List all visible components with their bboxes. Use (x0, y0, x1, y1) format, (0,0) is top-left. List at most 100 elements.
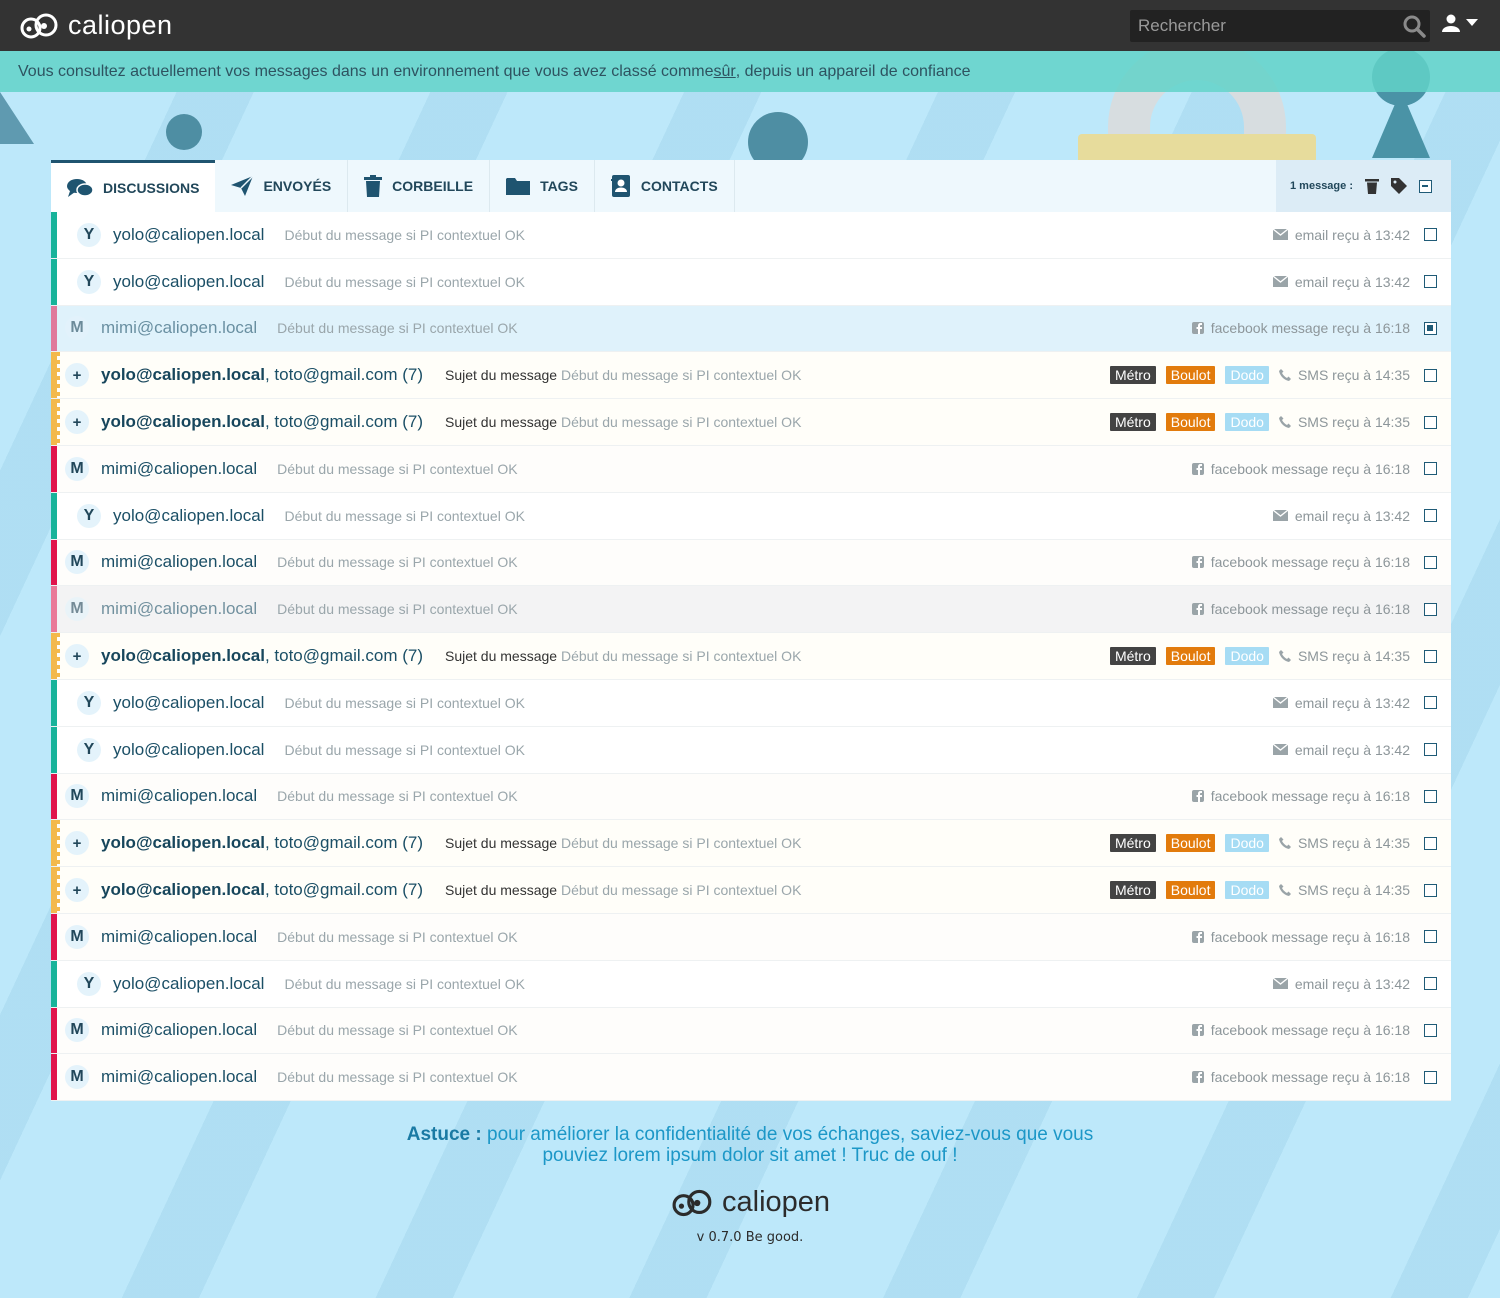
select-all-checkbox[interactable] (1418, 179, 1432, 193)
select-checkbox[interactable] (1424, 1070, 1437, 1084)
tag-boulot[interactable]: Boulot (1165, 881, 1216, 900)
message-row[interactable]: Mmimi@caliopen.local Début du message si … (51, 305, 1451, 353)
subject-text: Sujet du message (444, 648, 558, 665)
select-checkbox[interactable] (1424, 977, 1437, 991)
select-checkbox[interactable] (1424, 649, 1437, 663)
message-snippet: Début du message si PI contextuel OK (284, 694, 525, 711)
tag-icon[interactable] (1390, 178, 1407, 194)
message-row[interactable]: Yyolo@caliopen.local Début du message si … (51, 492, 1451, 540)
tag-metro[interactable]: Métro (1109, 413, 1156, 432)
select-checkbox[interactable] (1424, 743, 1437, 757)
subject-text: Sujet du message (444, 367, 558, 384)
message-row[interactable]: + yolo@caliopen.local, toto@gmail.com (7)… (51, 820, 1451, 868)
app-logo[interactable]: caliopen (20, 10, 173, 41)
message-meta: Métro Boulot Dodo SMS reçu à 14:35 (1109, 867, 1437, 913)
message-meta: email reçu à 13:42 (1272, 727, 1437, 773)
message-row[interactable]: Mmimi@caliopen.local Début du message si … (51, 773, 1451, 821)
message-snippet: Début du message si PI contextuel OK (560, 648, 802, 665)
message-row[interactable]: Yyolo@caliopen.local Début du message si … (51, 212, 1451, 259)
message-row[interactable]: Yyolo@caliopen.local Début du message si … (51, 679, 1451, 727)
select-checkbox[interactable] (1424, 321, 1437, 335)
avatar: M (65, 316, 89, 341)
select-checkbox[interactable] (1424, 1023, 1437, 1037)
tag-dodo[interactable]: Dodo (1225, 413, 1269, 432)
tab-tags[interactable]: TAGS (490, 160, 595, 212)
tip-text: pour améliorer la confidentialité de vos… (481, 1124, 1094, 1166)
message-type-stripe (51, 679, 57, 726)
selection-count: 1 message : (1290, 180, 1353, 192)
banner-trusted-link[interactable]: sûr (714, 63, 736, 81)
select-checkbox[interactable] (1424, 368, 1437, 382)
user-menu[interactable] (1442, 14, 1478, 32)
trash-icon[interactable] (1364, 178, 1379, 194)
select-checkbox[interactable] (1424, 883, 1437, 897)
sender-others: , toto@gmail.com (7) (264, 412, 423, 432)
select-checkbox[interactable] (1424, 228, 1437, 242)
avatar: Y (77, 269, 101, 294)
received-text: SMS reçu à 14:35 (1297, 882, 1410, 899)
message-meta: Métro Boulot Dodo SMS reçu à 14:35 (1109, 820, 1437, 866)
avatar: M (65, 1065, 89, 1090)
tab-contacts[interactable]: CONTACTS (595, 160, 735, 212)
received-info: email reçu à 13:42 (1272, 695, 1410, 711)
sender-primary: yolo@caliopen.local (101, 833, 265, 853)
received-text: email reçu à 13:42 (1294, 507, 1410, 524)
message-row[interactable]: + yolo@caliopen.local, toto@gmail.com (7)… (51, 633, 1451, 680)
search-input[interactable] (1130, 16, 1390, 36)
select-checkbox[interactable] (1424, 836, 1437, 850)
message-type-stripe (51, 960, 57, 1007)
message-meta: email reçu à 13:42 (1272, 259, 1437, 305)
envelope-icon (1272, 697, 1288, 709)
facebook-icon (1191, 1024, 1204, 1037)
message-row[interactable]: + yolo@caliopen.local, toto@gmail.com (7)… (51, 352, 1451, 400)
tag-dodo[interactable]: Dodo (1225, 647, 1269, 666)
select-checkbox[interactable] (1424, 509, 1437, 523)
message-row[interactable]: Mmimi@caliopen.local Début du message si … (51, 539, 1451, 587)
message-meta: facebook message reçu à 16:18 (1191, 540, 1437, 586)
sender: yolo@caliopen.local (113, 973, 265, 993)
tag-boulot[interactable]: Boulot (1165, 647, 1216, 666)
select-checkbox[interactable] (1424, 462, 1437, 476)
tag-boulot[interactable]: Boulot (1165, 413, 1216, 432)
avatar: M (65, 456, 89, 481)
message-row[interactable]: + yolo@caliopen.local, toto@gmail.com (7)… (51, 867, 1451, 914)
select-checkbox[interactable] (1424, 275, 1437, 289)
message-snippet: Début du message si PI contextuel OK (277, 1069, 518, 1086)
search-icon[interactable] (1402, 14, 1426, 38)
message-row[interactable]: Mmimi@caliopen.local Début du message si … (51, 1054, 1451, 1102)
envelope-icon (1272, 744, 1288, 756)
tag-metro[interactable]: Métro (1109, 647, 1156, 666)
message-row[interactable]: Yyolo@caliopen.local Début du message si … (51, 726, 1451, 774)
message-meta: Métro Boulot Dodo SMS reçu à 14:35 (1109, 399, 1437, 445)
tab-sent[interactable]: ENVOYÉS (215, 160, 349, 212)
select-checkbox[interactable] (1424, 696, 1437, 710)
tab-trash[interactable]: CORBEILLE (348, 160, 491, 212)
caliopen-logo-icon (672, 1189, 712, 1216)
tag-dodo[interactable]: Dodo (1225, 834, 1269, 853)
received-info: email reçu à 13:42 (1272, 227, 1410, 243)
envelope-icon (1272, 978, 1288, 990)
tag-metro[interactable]: Métro (1109, 881, 1156, 900)
message-row[interactable]: Mmimi@caliopen.local Début du message si … (51, 1007, 1451, 1055)
select-checkbox[interactable] (1424, 930, 1437, 944)
message-row[interactable]: + yolo@caliopen.local, toto@gmail.com (7)… (51, 399, 1451, 446)
select-checkbox[interactable] (1424, 555, 1437, 569)
message-row[interactable]: Mmimi@caliopen.local Début du message si … (51, 913, 1451, 961)
tag-boulot[interactable]: Boulot (1165, 366, 1216, 385)
tag-metro[interactable]: Métro (1109, 834, 1156, 853)
select-checkbox[interactable] (1424, 415, 1437, 429)
message-row[interactable]: Yyolo@caliopen.local Début du message si … (51, 258, 1451, 306)
tab-discussions[interactable]: DISCUSSIONS (51, 160, 216, 212)
tag-dodo[interactable]: Dodo (1225, 366, 1269, 385)
message-row[interactable]: Yyolo@caliopen.local Début du message si … (51, 960, 1451, 1008)
received-text: facebook message reçu à 16:18 (1210, 788, 1410, 805)
tag-boulot[interactable]: Boulot (1165, 834, 1216, 853)
select-checkbox[interactable] (1424, 602, 1437, 616)
message-meta: Métro Boulot Dodo SMS reçu à 14:35 (1109, 633, 1437, 679)
message-row[interactable]: Mmimi@caliopen.local Début du message si … (51, 586, 1451, 634)
tag-dodo[interactable]: Dodo (1225, 881, 1269, 900)
select-checkbox[interactable] (1424, 789, 1437, 803)
sender: yolo@caliopen.local (113, 224, 265, 244)
message-row[interactable]: Mmimi@caliopen.local Début du message si … (51, 445, 1451, 493)
tag-metro[interactable]: Métro (1109, 366, 1156, 385)
